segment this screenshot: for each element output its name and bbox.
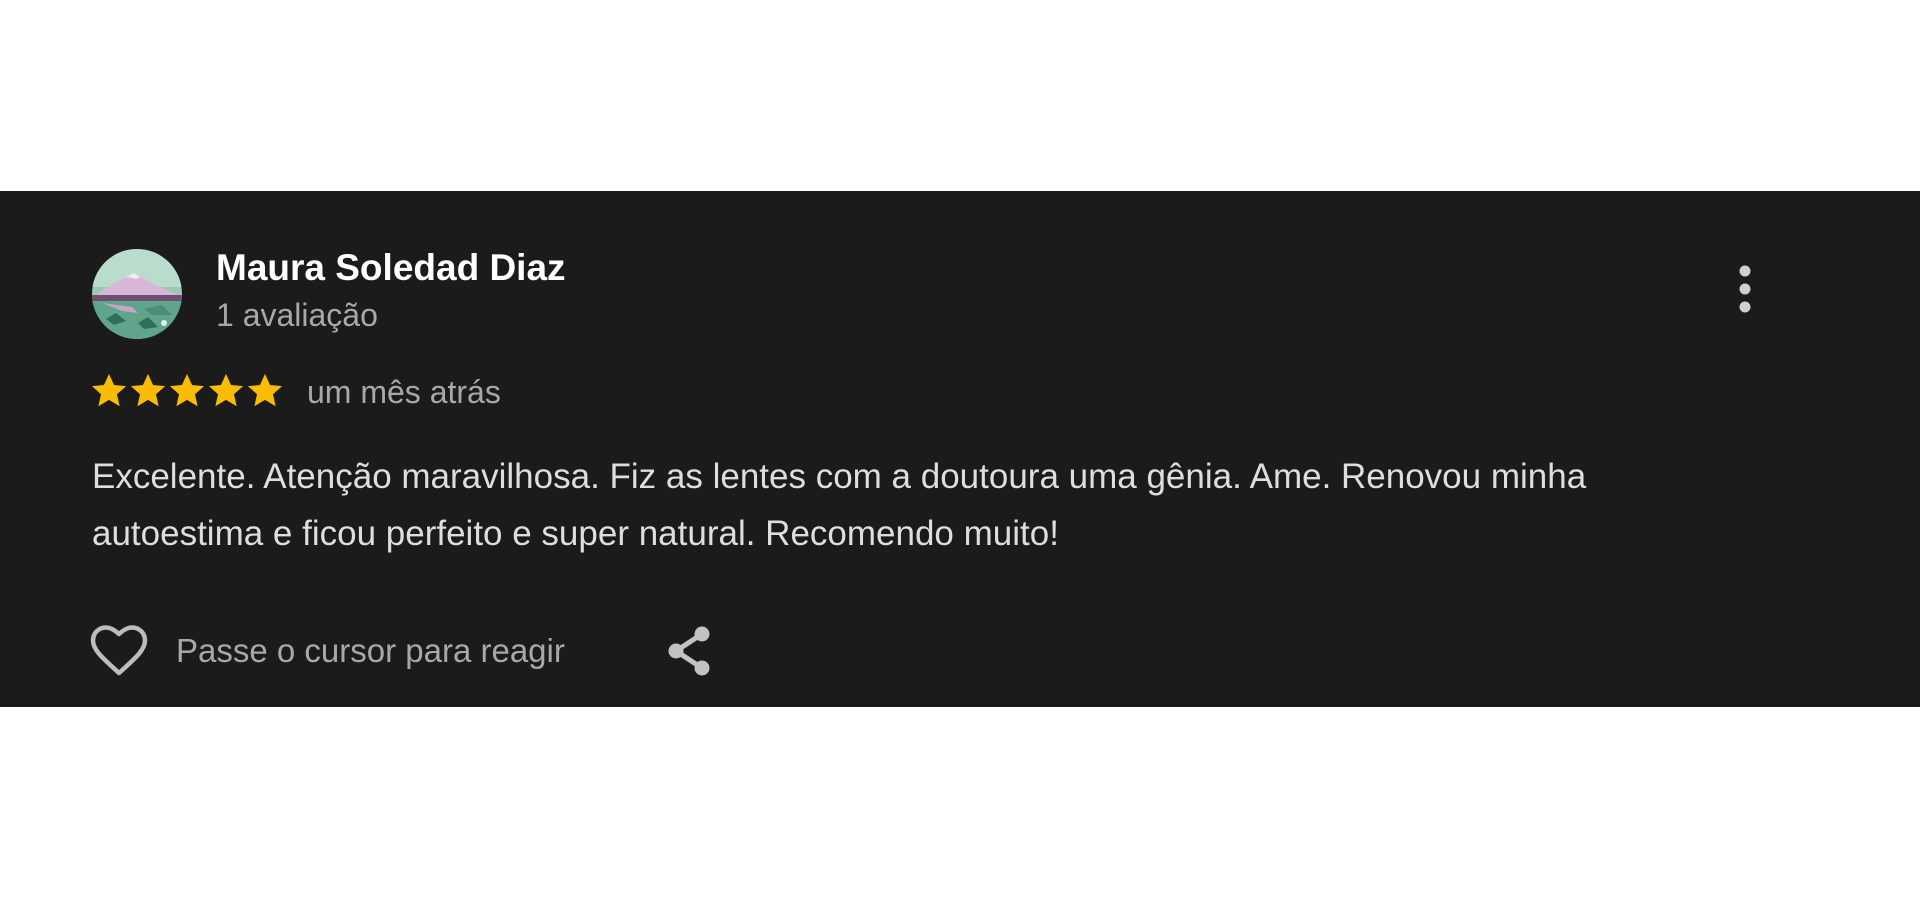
author-name[interactable]: Maura Soledad Diaz (216, 247, 566, 289)
star-filled-icon (207, 371, 245, 415)
review-text: Excelente. Atenção maravilhosa. Fiz as l… (92, 457, 1587, 553)
star-filled-icon (246, 371, 284, 415)
share-button[interactable] (664, 623, 716, 679)
author-review-count: 1 avaliação (216, 297, 378, 333)
react-label: Passe o cursor para reagir (176, 632, 565, 669)
star-filled-icon (168, 371, 206, 415)
star-filled-icon (90, 371, 128, 415)
review-card: Maura Soledad Diaz 1 avaliação um mês at… (0, 191, 1920, 707)
react-button[interactable]: Passe o cursor para reagir (90, 621, 565, 681)
avatar[interactable] (92, 249, 182, 339)
landscape-avatar-icon (92, 249, 182, 339)
more-vertical-icon (1739, 265, 1751, 313)
heart-outline-icon (90, 623, 148, 679)
more-options-button[interactable] (1730, 261, 1760, 321)
share-icon (668, 626, 710, 676)
star-rating (90, 371, 284, 415)
star-filled-icon (129, 371, 167, 415)
review-date: um mês atrás (307, 374, 501, 410)
